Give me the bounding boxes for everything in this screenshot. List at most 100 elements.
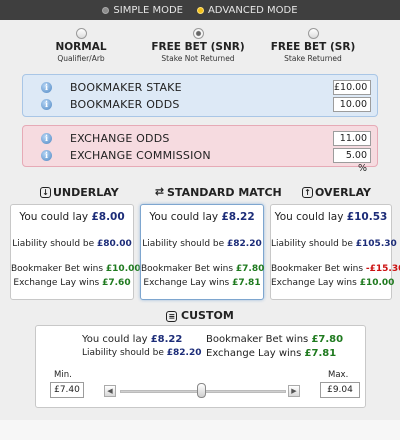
ex-prefix: Exchange Lay wins [206, 348, 302, 359]
info-icon[interactable]: i [41, 150, 52, 161]
ex-value: £7.60 [102, 278, 131, 288]
lay-value: £8.22 [150, 334, 183, 345]
exchange-commission-label: EXCHANGE COMMISSION [70, 149, 211, 162]
radio-dot-icon [102, 6, 110, 14]
mode-subtitle: Stake Returned [284, 54, 342, 63]
arrow-up-icon: ↑ [302, 187, 313, 198]
advanced-mode-label: ADVANCED MODE [207, 4, 298, 16]
bm-prefix: Bookmaker Bet wins [271, 264, 364, 274]
overlay-card[interactable]: You could lay £10.53 Liability should be… [270, 204, 400, 300]
ex-value: £10.00 [359, 278, 395, 288]
info-icon[interactable]: i [41, 82, 52, 93]
mode-free-bet-snr[interactable]: FREE BET (SNR) Stake Not Returned [143, 28, 253, 63]
custom-exchange-wins-line: Exchange Lay wins £7.81 [206, 348, 336, 359]
underlay-header: ↓ UNDERLAY [40, 186, 119, 199]
bookmaker-stake-input[interactable]: £10.00 [333, 80, 371, 95]
radio-dot-icon [196, 6, 204, 14]
ex-prefix: Exchange Lay wins [143, 278, 230, 288]
exchange-commission-input[interactable]: 5.00 % [333, 148, 371, 174]
bookmaker-odds-input[interactable]: 10.00 [333, 97, 371, 112]
info-icon[interactable]: i [41, 133, 52, 144]
liability-value: £82.20 [166, 348, 202, 358]
liability-line: Liability should be £105.30 [271, 239, 397, 249]
min-input[interactable]: £7.40 [50, 382, 84, 398]
exchange-wins-line: Exchange Lay wins £7.60 [11, 278, 133, 288]
standard-match-card[interactable]: You could lay £8.22 Liability should be … [140, 204, 264, 300]
max-label: Max. [328, 370, 349, 380]
mode-subtitle: Qualifier/Arb [57, 54, 105, 63]
liability-line: Liability should be £80.00 [11, 239, 133, 249]
bm-prefix: Bookmaker Bet wins [206, 334, 309, 345]
liability-line: Liability should be £82.20 [141, 239, 263, 249]
liability-prefix: Liability should be [12, 239, 95, 249]
exchange-wins-line: Exchange Lay wins £7.81 [141, 278, 263, 288]
info-icon[interactable]: i [41, 99, 52, 110]
custom-icon: ≡ [166, 311, 178, 322]
lay-prefix: You could lay [19, 211, 89, 223]
custom-bookmaker-wins-line: Bookmaker Bet wins £7.80 [206, 334, 343, 345]
ex-value: £7.81 [232, 278, 261, 288]
standard-match-header: ⇄ STANDARD MATCH [154, 186, 282, 199]
exchange-panel: i EXCHANGE ODDS 11.00 i EXCHANGE COMMISS… [22, 125, 378, 174]
standard-match-title: STANDARD MATCH [167, 186, 282, 199]
advanced-mode-option[interactable]: ADVANCED MODE [196, 4, 298, 16]
lay-line: You could lay £8.00 [11, 211, 133, 223]
overlay-title: OVERLAY [315, 186, 371, 199]
ex-prefix: Exchange Lay wins [13, 278, 100, 288]
radio-button[interactable] [307, 28, 319, 39]
exchange-odds-label: EXCHANGE ODDS [70, 132, 170, 145]
mode-name: FREE BET (SR) [270, 41, 356, 53]
ex-prefix: Exchange Lay wins [271, 278, 357, 288]
min-label: Min. [54, 370, 72, 380]
lay-prefix: You could lay [82, 334, 148, 345]
liability-value: £82.20 [227, 239, 262, 249]
bookmaker-stake-label: BOOKMAKER STAKE [70, 81, 182, 94]
exchange-commission-row: i EXCHANGE COMMISSION 5.00 % [23, 147, 377, 174]
liability-prefix: Liability should be [82, 348, 164, 358]
bm-value: -£15.30 [365, 264, 400, 274]
exchange-odds-input[interactable]: 11.00 [333, 131, 371, 146]
slider-right-button[interactable]: ▶ [288, 385, 300, 397]
simple-mode-label: SIMPLE MODE [113, 4, 183, 16]
bookmaker-wins-line: Bookmaker Bet wins -£15.30 [271, 264, 400, 274]
lay-value: £10.53 [346, 211, 388, 223]
bookmaker-panel: i BOOKMAKER STAKE £10.00 i BOOKMAKER ODD… [22, 74, 378, 117]
bookmaker-odds-row: i BOOKMAKER ODDS 10.00 [23, 96, 377, 113]
custom-liability-line: Liability should be £82.20 [82, 348, 202, 358]
bm-prefix: Bookmaker Bet wins [11, 264, 104, 274]
mode-name: FREE BET (SNR) [151, 41, 245, 53]
lay-prefix: You could lay [149, 211, 219, 223]
underlay-card[interactable]: You could lay £8.00 Liability should be … [10, 204, 141, 300]
bm-value: £7.80 [235, 264, 265, 274]
radio-button[interactable] [75, 28, 87, 39]
max-input[interactable]: £9.04 [320, 382, 360, 398]
liability-value: £105.30 [355, 239, 397, 249]
bookmaker-odds-label: BOOKMAKER ODDS [70, 98, 180, 111]
lay-value: £8.22 [221, 211, 255, 223]
slider-thumb[interactable] [197, 383, 206, 398]
overlay-header: ↑ OVERLAY [302, 186, 371, 199]
exchange-odds-row: i EXCHANGE ODDS 11.00 [23, 130, 377, 147]
radio-button[interactable] [192, 28, 204, 39]
mode-free-bet-sr[interactable]: FREE BET (SR) Stake Returned [258, 28, 368, 63]
slider-left-button[interactable]: ◀ [104, 385, 116, 397]
bookmaker-wins-line: Bookmaker Bet wins £10.00 [11, 264, 141, 274]
custom-lay-line: You could lay £8.22 [82, 334, 182, 345]
custom-panel: You could lay £8.22 Liability should be … [35, 325, 366, 408]
liability-prefix: Liability should be [142, 239, 225, 249]
match-icon: ⇄ [154, 185, 165, 198]
liability-value: £80.00 [97, 239, 132, 249]
bm-value: £10.00 [105, 264, 141, 274]
mode-subtitle: Stake Not Returned [161, 54, 235, 63]
mode-normal[interactable]: NORMAL Qualifier/Arb [26, 28, 136, 63]
custom-title: CUSTOM [181, 309, 234, 322]
mode-switch-bar: SIMPLE MODE ADVANCED MODE [0, 0, 400, 20]
lay-line: You could lay £8.22 [141, 211, 263, 223]
bm-value: £7.80 [311, 334, 344, 345]
simple-mode-option[interactable]: SIMPLE MODE [102, 5, 183, 16]
bm-prefix: Bookmaker Bet wins [141, 264, 234, 274]
lay-line: You could lay £10.53 [271, 211, 391, 223]
lay-prefix: You could lay [274, 211, 344, 223]
arrow-down-icon: ↓ [40, 187, 51, 198]
lay-value: £8.00 [91, 211, 125, 223]
